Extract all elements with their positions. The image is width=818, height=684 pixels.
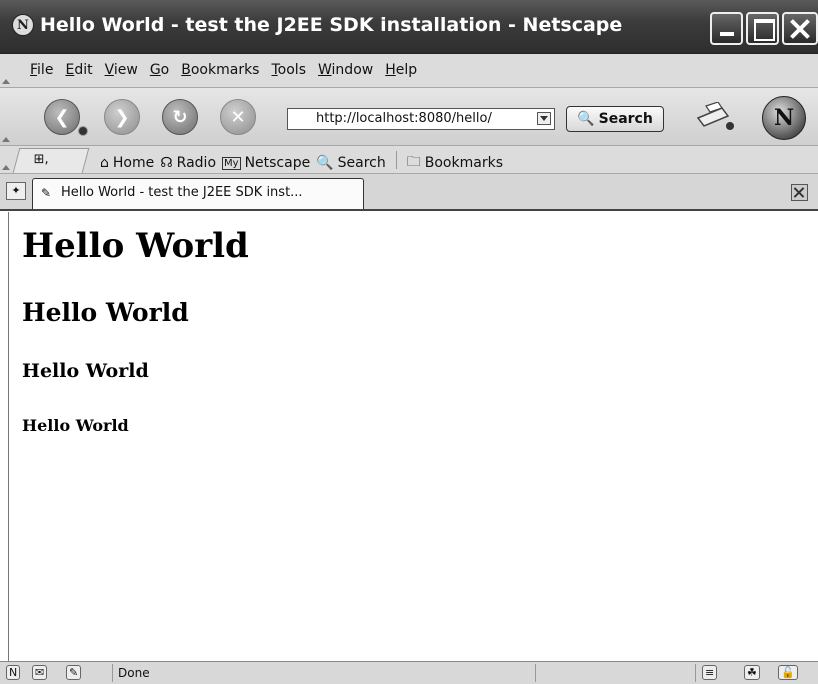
url-input[interactable]: http://localhost:8080/hello/ [287,108,555,130]
menu-file[interactable]: File [30,62,53,78]
status-text: Done [118,666,150,680]
personal-toolbar: ⊞, ⌂ Home ☊ Radio My Netscape 🔍 Search 🗀 Book… [0,146,818,174]
menu-view[interactable]: View [105,62,138,78]
forward-button[interactable]: ❯ [104,99,140,135]
toolbar-grip-icon[interactable] [2,137,10,142]
menu-bookmarks[interactable]: Bookmarks [181,62,259,78]
my-netscape-icon: My [222,156,241,170]
home-link[interactable]: ⌂ Home [100,151,154,175]
print-button[interactable] [694,101,734,130]
url-text: http://localhost:8080/hello/ [316,111,492,126]
page-content: Hello World Hello World Hello World Hell… [8,212,818,661]
tab-title: Hello World - test the J2EE SDK inst... [61,185,303,200]
status-divider [695,664,696,682]
status-divider [112,664,113,682]
search-link[interactable]: 🔍 Search [316,151,386,175]
print-icon [696,101,734,130]
back-icon: ❮ [54,106,70,128]
throbber-icon[interactable]: N [762,96,806,140]
back-button[interactable]: ❮ [44,99,80,135]
forward-icon: ❯ [114,106,130,128]
netscape-icon: N [12,14,34,36]
sidebar-toggle[interactable]: ⊞, [12,148,90,173]
radio-icon: ☊ [160,155,173,171]
menu-go[interactable]: Go [150,62,169,78]
menu-help[interactable]: Help [385,62,417,78]
status-divider [535,664,536,682]
new-tab-icon[interactable]: ✦ [6,182,26,200]
maximize-button[interactable] [746,12,779,45]
search-button[interactable]: 🔍 Search [566,106,664,132]
menu-edit[interactable]: Edit [65,62,92,78]
url-dropdown-button[interactable] [537,112,551,125]
close-tab-icon[interactable] [791,184,808,201]
toolbar-grip-icon[interactable] [2,165,10,170]
reload-button[interactable]: ↻ [162,99,198,135]
window-title: Hello World - test the J2EE SDK installa… [40,14,623,36]
bookmarks-link[interactable]: 🗀 Bookmarks [407,151,503,175]
back-history-dropdown[interactable] [78,126,88,136]
navigation-toolbar: ❮ ❯ ↻ ✕ http://localhost:8080/hello/ 🔍 S… [0,88,818,146]
status-bar: N ✉ ✎ Done ≡ ☘ 🔓 [0,661,818,684]
toolbar-grip-icon[interactable] [2,79,10,84]
netscape-status-icon[interactable]: N [6,665,21,680]
minimize-button[interactable] [710,12,743,45]
title-bar: N Hello World - test the J2EE SDK instal… [0,0,818,54]
heading-3: Hello World [22,360,149,382]
menu-window[interactable]: Window [318,62,373,78]
radio-link[interactable]: ☊ Radio [160,151,216,175]
page-icon: ✎ [41,186,52,200]
tab-hello-world[interactable]: ✎ Hello World - test the J2EE SDK inst..… [32,178,364,209]
netscape-link[interactable]: My Netscape [222,151,310,175]
mail-icon[interactable]: ✉ [32,665,48,680]
home-icon: ⌂ [100,155,109,171]
toolbar-separator [395,151,397,169]
search-button-label: Search [598,111,653,127]
bookmarks-icon: 🗀 [406,154,421,170]
heading-2: Hello World [22,298,189,327]
tab-bar: ✦ ✎ Hello World - test the J2EE SDK inst… [0,174,818,211]
reload-icon: ↻ [172,106,188,128]
menu-tools[interactable]: Tools [271,62,306,78]
menu-items: File Edit View Go Bookmarks Tools Window… [30,62,417,78]
heading-4: Hello World [22,416,129,435]
menu-bar: File Edit View Go Bookmarks Tools Window… [0,54,818,88]
search-icon: 🔍 [316,155,334,171]
sidebar-icon: ⊞, [33,152,49,167]
online-status-icon[interactable]: ≡ [702,665,718,680]
stop-button[interactable]: ✕ [220,99,256,135]
heading-1: Hello World [22,226,249,266]
security-lock-icon[interactable]: 🔓 [778,665,798,680]
stop-icon: ✕ [230,106,246,128]
composer-icon[interactable]: ✎ [66,665,82,680]
cookie-icon[interactable]: ☘ [744,665,760,680]
close-window-button[interactable] [782,12,818,45]
search-icon: 🔍 [577,111,595,127]
